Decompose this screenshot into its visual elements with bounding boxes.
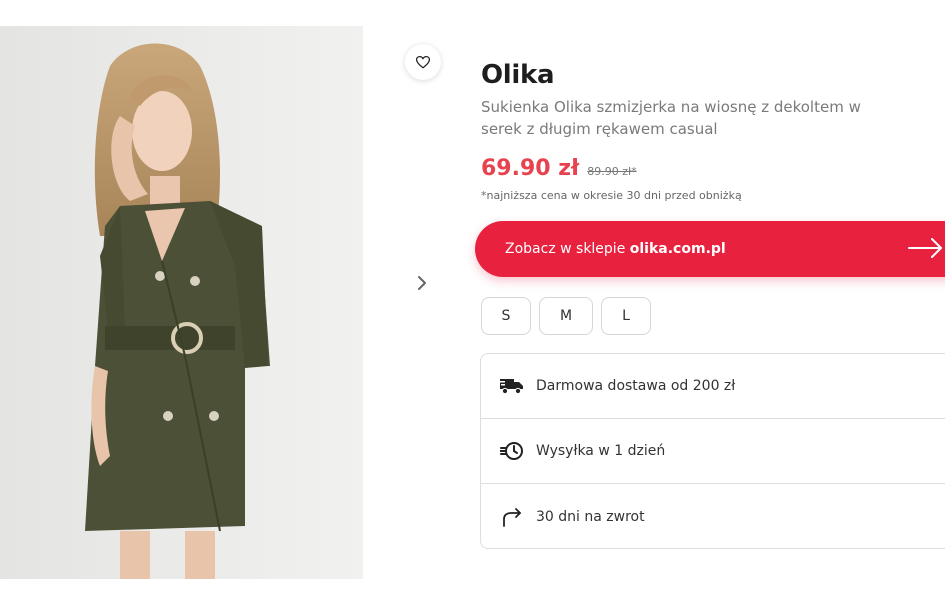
shop-button-label: Zobacz w sklepie olika.com.pl <box>505 241 726 257</box>
arrow-right-icon <box>908 238 942 258</box>
shop-name: olika.com.pl <box>629 241 726 257</box>
favorite-button[interactable] <box>405 44 441 80</box>
info-row-delivery: Darmowa dostawa od 200 zł <box>481 354 945 419</box>
size-selector: S M L <box>481 297 651 335</box>
return-arrow-icon <box>500 505 524 529</box>
info-row-shipping: Wysyłka w 1 dzień <box>481 419 945 484</box>
info-text-shipping: Wysyłka w 1 dzień <box>536 443 666 459</box>
size-option-l[interactable]: L <box>601 297 651 335</box>
product-image[interactable] <box>0 26 363 579</box>
view-in-shop-button[interactable]: Zobacz w sklepie olika.com.pl <box>475 221 945 277</box>
old-price: 89.90 zł* <box>587 165 637 178</box>
info-text-returns: 30 dni na zwrot <box>536 508 645 525</box>
info-text-delivery: Darmowa dostawa od 200 zł <box>536 378 736 394</box>
delivery-info-box: Darmowa dostawa od 200 zł Wysyłka w 1 dz… <box>480 353 945 549</box>
size-option-s[interactable]: S <box>481 297 531 335</box>
chevron-right-icon <box>418 276 426 290</box>
info-row-returns: 30 dni na zwrot <box>481 484 945 549</box>
current-price: 69.90 zł <box>481 156 580 181</box>
next-image-button[interactable] <box>410 268 434 298</box>
truck-icon <box>500 374 524 398</box>
product-description: Sukienka Olika szmizjerka na wiosnę z de… <box>481 98 861 138</box>
lowest-price-note: *najniższa cena w okresie 30 dni przed o… <box>481 189 742 202</box>
price-row: 69.90 zł 89.90 zł* <box>481 156 637 181</box>
heart-icon <box>416 55 430 68</box>
shop-button-prefix: Zobacz w sklepie <box>505 241 630 257</box>
product-photo-illustration <box>0 26 363 579</box>
size-option-m[interactable]: M <box>539 297 593 335</box>
brand-name: Olika <box>481 60 555 90</box>
fast-clock-icon <box>500 439 524 463</box>
